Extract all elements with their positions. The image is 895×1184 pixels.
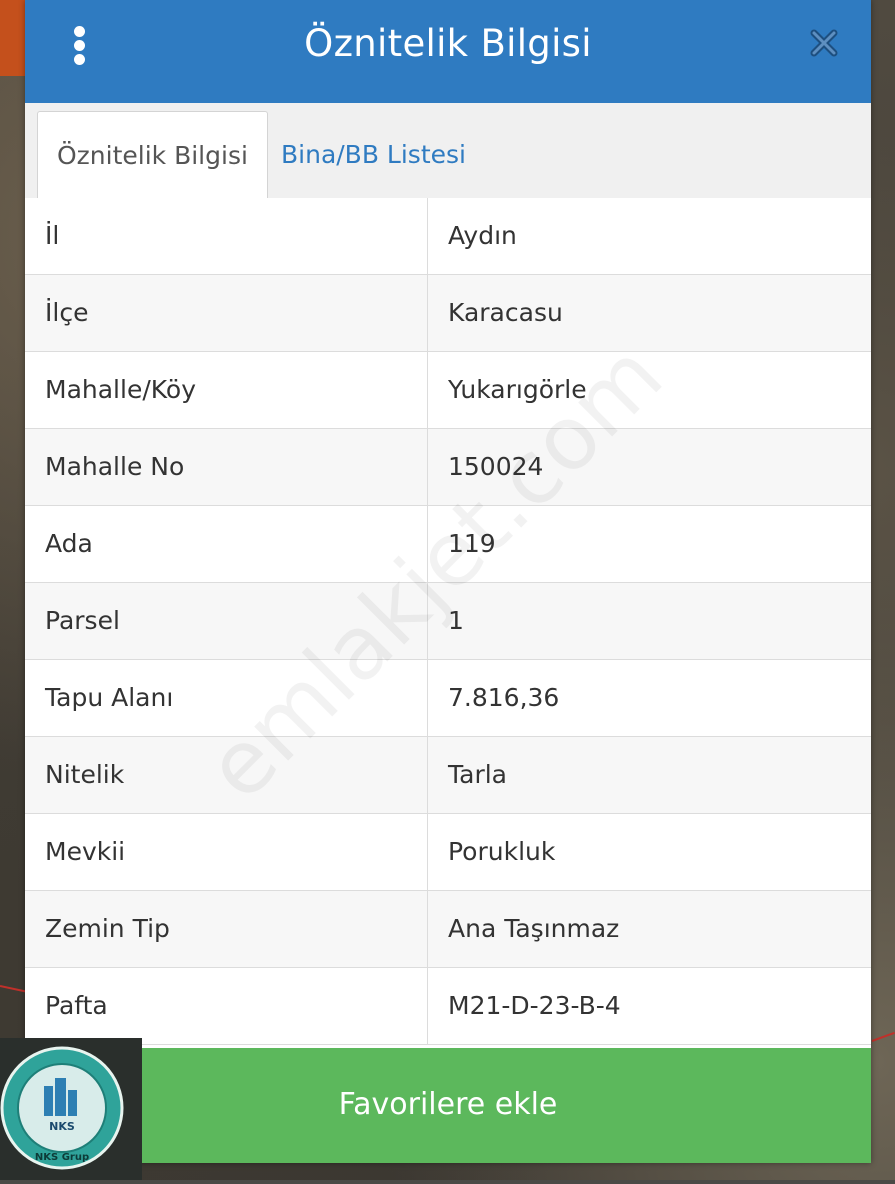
nks-grup-logo: NKS NKS Grup: [0, 1038, 142, 1180]
dialog-title: Öznitelik Bilgisi: [304, 22, 592, 65]
table-row: Pafta M21-D-23-B-4: [25, 968, 871, 1045]
row-value: Tarla: [448, 760, 507, 789]
row-value: 7.816,36: [448, 683, 560, 712]
row-value: Aydın: [448, 221, 517, 250]
row-key: Mahalle No: [25, 429, 428, 505]
row-key: İlçe: [25, 275, 428, 351]
svg-text:NKS Grup: NKS Grup: [35, 1152, 89, 1163]
table-row: Mahalle No 150024: [25, 429, 871, 506]
table-row: Tapu Alanı 7.816,36: [25, 660, 871, 737]
row-value: Yukarıgörle: [448, 375, 587, 404]
row-key: Ada: [25, 506, 428, 582]
row-key: İl: [25, 198, 428, 274]
row-value: 1: [448, 606, 464, 635]
row-value: Karacasu: [448, 298, 563, 327]
table-row: Parsel 1: [25, 583, 871, 660]
map-overlay-strip: [0, 0, 26, 76]
attribute-table: İl Aydın İlçe Karacasu Mahalle/Köy Yukarıgörl…: [25, 198, 871, 1045]
row-key: Zemin Tip: [25, 891, 428, 967]
table-row: İlçe Karacasu: [25, 275, 871, 352]
row-key: Parsel: [25, 583, 428, 659]
row-key: Tapu Alanı: [25, 660, 428, 736]
row-value: 150024: [448, 452, 544, 481]
table-row: Mahalle/Köy Yukarıgörle: [25, 352, 871, 429]
row-value: Porukluk: [448, 837, 556, 866]
attribute-info-dialog: Öznitelik Bilgisi Öznitelik Bilgisi Bina…: [25, 0, 871, 1163]
table-row: Zemin Tip Ana Taşınmaz: [25, 891, 871, 968]
tab-bina-bb-listesi[interactable]: Bina/BB Listesi: [262, 111, 485, 198]
row-key: Mevkii: [25, 814, 428, 890]
row-value: Ana Taşınmaz: [448, 914, 620, 943]
row-value: M21-D-23-B-4: [448, 991, 621, 1020]
row-key: Pafta: [25, 968, 428, 1044]
dialog-header: Öznitelik Bilgisi: [25, 0, 871, 103]
row-key: Nitelik: [25, 737, 428, 813]
table-row: İl Aydın: [25, 198, 871, 275]
table-row: Nitelik Tarla: [25, 737, 871, 814]
close-icon[interactable]: [807, 26, 841, 60]
row-key: Mahalle/Köy: [25, 352, 428, 428]
tab-bar: Öznitelik Bilgisi Bina/BB Listesi: [25, 103, 871, 199]
row-value: 119: [448, 529, 496, 558]
tab-oznitelik-bilgisi[interactable]: Öznitelik Bilgisi: [37, 111, 268, 199]
add-to-favorites-button[interactable]: Favorilere ekle: [25, 1048, 871, 1163]
svg-text:NKS: NKS: [49, 1120, 75, 1133]
table-row: Mevkii Porukluk: [25, 814, 871, 891]
table-row: Ada 119: [25, 506, 871, 583]
